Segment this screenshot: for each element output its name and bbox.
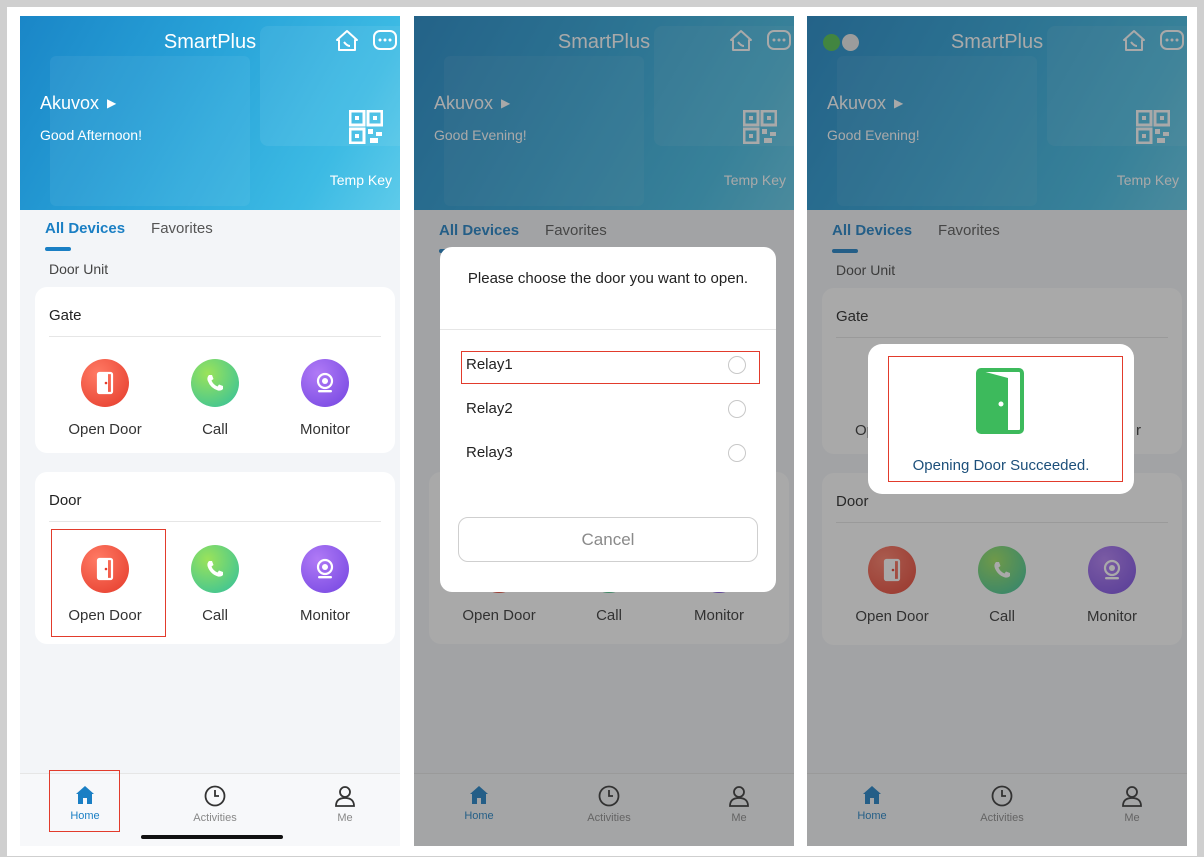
temp-key-label[interactable]: Temp Key bbox=[322, 172, 392, 188]
frame-top-border bbox=[0, 0, 1204, 7]
qr-code-icon[interactable] bbox=[349, 110, 383, 144]
nav-activities[interactable]: Activities bbox=[180, 784, 250, 824]
phone-icon bbox=[191, 545, 239, 593]
phone-screen-home: SmartPlus Akuvox ▶ Good Afternoon! Temp K… bbox=[20, 16, 400, 846]
greeting: Good Afternoon! bbox=[40, 127, 142, 143]
home-indicator bbox=[141, 835, 283, 839]
camera-icon bbox=[301, 359, 349, 407]
active-tab-indicator bbox=[45, 247, 71, 251]
cancel-button[interactable]: Cancel bbox=[458, 517, 758, 562]
highlight-home bbox=[49, 770, 120, 832]
frame-left-border bbox=[0, 0, 7, 857]
phone-screen-choose-relay: SmartPlus Akuvox ▶ Good Evening! Temp Key… bbox=[414, 16, 794, 846]
action-label: Monitor bbox=[299, 421, 351, 438]
phone-screen-door-opened: SmartPlus Akuvox ▶ Good Evening! Temp Key… bbox=[807, 16, 1187, 846]
action-label: Open Door bbox=[68, 421, 142, 438]
caret-right-icon: ▶ bbox=[107, 96, 117, 110]
action-label: Call bbox=[202, 607, 228, 624]
device-card-gate: Gate Open Door Call Monitor bbox=[35, 287, 395, 453]
open-door-button[interactable]: Open Door bbox=[55, 359, 155, 438]
divider bbox=[440, 329, 776, 330]
person-icon bbox=[335, 786, 355, 807]
dialog-title: Please choose the door you want to open. bbox=[467, 270, 749, 287]
camera-icon bbox=[301, 545, 349, 593]
call-center-icon[interactable] bbox=[334, 28, 360, 54]
phone-icon bbox=[191, 359, 239, 407]
relay-option-2[interactable]: Relay2 bbox=[466, 394, 756, 424]
header-banner: SmartPlus Akuvox ▶ Good Afternoon! Temp K… bbox=[20, 16, 400, 210]
divider bbox=[49, 521, 381, 522]
radio-button[interactable] bbox=[728, 444, 746, 462]
device-tabs: All Devices Favorites bbox=[45, 220, 213, 237]
section-door-unit: Door Unit bbox=[49, 261, 109, 277]
highlight-relay1 bbox=[461, 351, 760, 384]
action-label: Call bbox=[202, 421, 228, 438]
message-icon[interactable] bbox=[372, 28, 398, 54]
divider bbox=[49, 336, 381, 337]
highlight-toast bbox=[888, 356, 1123, 482]
app-title: SmartPlus bbox=[163, 31, 257, 53]
clock-icon bbox=[204, 785, 226, 807]
card-title: Door bbox=[49, 492, 82, 509]
relay-option-3[interactable]: Relay3 bbox=[466, 438, 756, 468]
card-title: Gate bbox=[49, 307, 82, 324]
tab-favorites[interactable]: Favorites bbox=[151, 220, 213, 237]
monitor-button[interactable]: Monitor bbox=[275, 359, 375, 438]
tab-all-devices[interactable]: All Devices bbox=[45, 220, 125, 237]
choose-door-dialog: Please choose the door you want to open.… bbox=[440, 247, 776, 592]
radio-button[interactable] bbox=[728, 400, 746, 418]
frame-right-border bbox=[1197, 0, 1204, 857]
call-button[interactable]: Call bbox=[165, 545, 265, 624]
monitor-button[interactable]: Monitor bbox=[275, 545, 375, 624]
door-icon bbox=[81, 359, 129, 407]
user-name[interactable]: Akuvox ▶ bbox=[40, 93, 116, 114]
nav-me[interactable]: Me bbox=[310, 784, 380, 824]
relay-label: Relay2 bbox=[466, 400, 513, 417]
action-label: Monitor bbox=[299, 607, 351, 624]
highlight-open-door bbox=[51, 529, 166, 637]
relay-label: Relay3 bbox=[466, 444, 513, 461]
success-toast: Opening Door Succeeded. bbox=[868, 344, 1134, 494]
call-button[interactable]: Call bbox=[165, 359, 265, 438]
